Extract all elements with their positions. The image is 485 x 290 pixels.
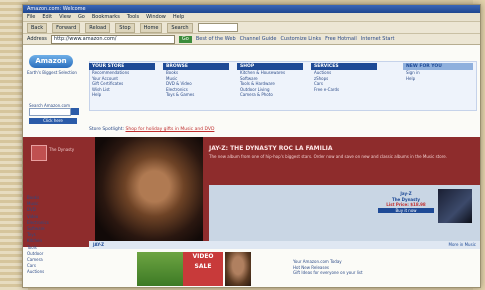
- price-box: Jay-Z The Dynasty List Price: $18.98 Buy…: [378, 191, 434, 213]
- link-best-of-web[interactable]: Best of the Web: [196, 36, 236, 42]
- hero-product-panel: Jay-Z The Dynasty List Price: $18.98 Buy…: [209, 185, 480, 247]
- nav-column-new: NEW FOR YOU Sign in Help: [403, 63, 473, 81]
- web-page: Amazon Earth's Biggest Selection Search …: [23, 45, 480, 287]
- nav-head-shop[interactable]: SHOP: [237, 63, 303, 70]
- stop-button[interactable]: Stop: [115, 22, 135, 33]
- nav-head-services[interactable]: SERVICES: [311, 63, 377, 70]
- search-go-button[interactable]: [71, 108, 79, 115]
- promo-image-green[interactable]: [137, 252, 183, 286]
- menu-go[interactable]: Go: [78, 13, 85, 21]
- forward-button[interactable]: Forward: [52, 22, 81, 33]
- promo-video-sale[interactable]: VIDEO SALE: [183, 252, 223, 286]
- link-hotmail[interactable]: Free Hotmail: [325, 36, 357, 42]
- nav-item[interactable]: Toys & Games: [163, 92, 229, 98]
- nav-column-services: SERVICES Auctions zShops Cars Free e-Car…: [311, 63, 377, 92]
- browser-window: Amazon.com: Welcome File Edit View Go Bo…: [22, 4, 481, 288]
- menu-edit[interactable]: Edit: [42, 13, 52, 21]
- menu-tools[interactable]: Tools: [127, 13, 139, 21]
- nav-item[interactable]: Free e-Cards: [311, 87, 377, 93]
- reload-button[interactable]: Reload: [85, 22, 111, 33]
- nav-column-browse: BROWSE Books Music DVD & Video Electroni…: [163, 63, 229, 98]
- nav-head-store[interactable]: YOUR STORE: [89, 63, 155, 70]
- nav-item[interactable]: Help: [403, 76, 473, 82]
- caption-artist: JAY-Z: [93, 242, 105, 247]
- store-spotlight: Store Spotlight: Shop for holiday gifts …: [89, 127, 214, 132]
- artist-photo[interactable]: [95, 137, 203, 247]
- search-button[interactable]: Search: [167, 22, 193, 33]
- menu-help[interactable]: Help: [173, 13, 184, 21]
- menu-bookmarks[interactable]: Bookmarks: [92, 13, 120, 21]
- back-button[interactable]: Back: [27, 22, 48, 33]
- link-customize[interactable]: Customize Links: [280, 36, 321, 42]
- nav-head-new[interactable]: NEW FOR YOU: [403, 63, 473, 70]
- menu-file[interactable]: File: [27, 13, 35, 21]
- nav-item[interactable]: Help: [89, 92, 155, 98]
- sidebar-promo[interactable]: Click here: [29, 118, 77, 124]
- search-input[interactable]: [29, 108, 71, 116]
- caption-more-link[interactable]: More in Music: [449, 242, 477, 247]
- caption-strip: JAY-Z More in Music: [89, 241, 480, 249]
- today-link[interactable]: Gift Ideas for everyone on your list: [293, 270, 413, 276]
- today-links: Your Amazon.com Today Hot New Releases G…: [293, 259, 413, 276]
- hero-copy: The new album from one of hip-hop's bigg…: [209, 154, 447, 159]
- link-internet-start[interactable]: Internet Start: [361, 36, 395, 42]
- category-link[interactable]: Auctions: [27, 269, 83, 275]
- promo-image-person[interactable]: [225, 252, 251, 286]
- hero-banner: The Dynasty JAY-Z: THE DYNASTY ROC LA FA…: [23, 137, 480, 247]
- nav-item[interactable]: Camera & Photo: [237, 92, 303, 98]
- product-price: List Price: $18.98: [386, 202, 426, 207]
- nav-column-shop: SHOP Kitchen & Housewares Software Tools…: [237, 63, 303, 98]
- album-cover[interactable]: [438, 189, 472, 223]
- menu-window[interactable]: Window: [146, 13, 166, 21]
- store-badge-icon: [31, 145, 47, 161]
- address-bar: Address http://www.amazon.com/ Go Best o…: [23, 34, 480, 45]
- link-channel-guide[interactable]: Channel Guide: [240, 36, 277, 42]
- window-title: Amazon.com: Welcome: [23, 5, 480, 13]
- menu-bar: File Edit View Go Bookmarks Tools Window…: [23, 13, 480, 22]
- nav-head-browse[interactable]: BROWSE: [163, 63, 229, 70]
- address-field[interactable]: http://www.amazon.com/: [50, 34, 175, 44]
- hero-headline[interactable]: JAY-Z: THE DYNASTY ROC LA FAMILIA: [209, 145, 333, 152]
- menu-view[interactable]: View: [59, 13, 71, 21]
- site-logo[interactable]: Amazon: [29, 55, 73, 68]
- hero-subtitle: The Dynasty: [49, 147, 75, 152]
- logo-tagline: Earth's Biggest Selection: [27, 70, 77, 75]
- left-category-nav: Books Music DVD Video Electronics Softwa…: [27, 195, 83, 276]
- nav-column-store: YOUR STORE Recommendations Your Account …: [89, 63, 155, 98]
- buy-button[interactable]: Buy it now: [378, 207, 434, 213]
- go-button[interactable]: Go: [178, 35, 192, 43]
- toolbar-search-box[interactable]: [197, 23, 238, 32]
- spotlight-link[interactable]: Shop for holiday gifts in Music and DVD: [125, 127, 214, 132]
- address-label: Address: [27, 36, 47, 42]
- nav-toolbar: Back Forward Reload Stop Home Search: [23, 22, 480, 34]
- home-button[interactable]: Home: [139, 22, 163, 33]
- spotlight-label: Store Spotlight:: [89, 127, 125, 132]
